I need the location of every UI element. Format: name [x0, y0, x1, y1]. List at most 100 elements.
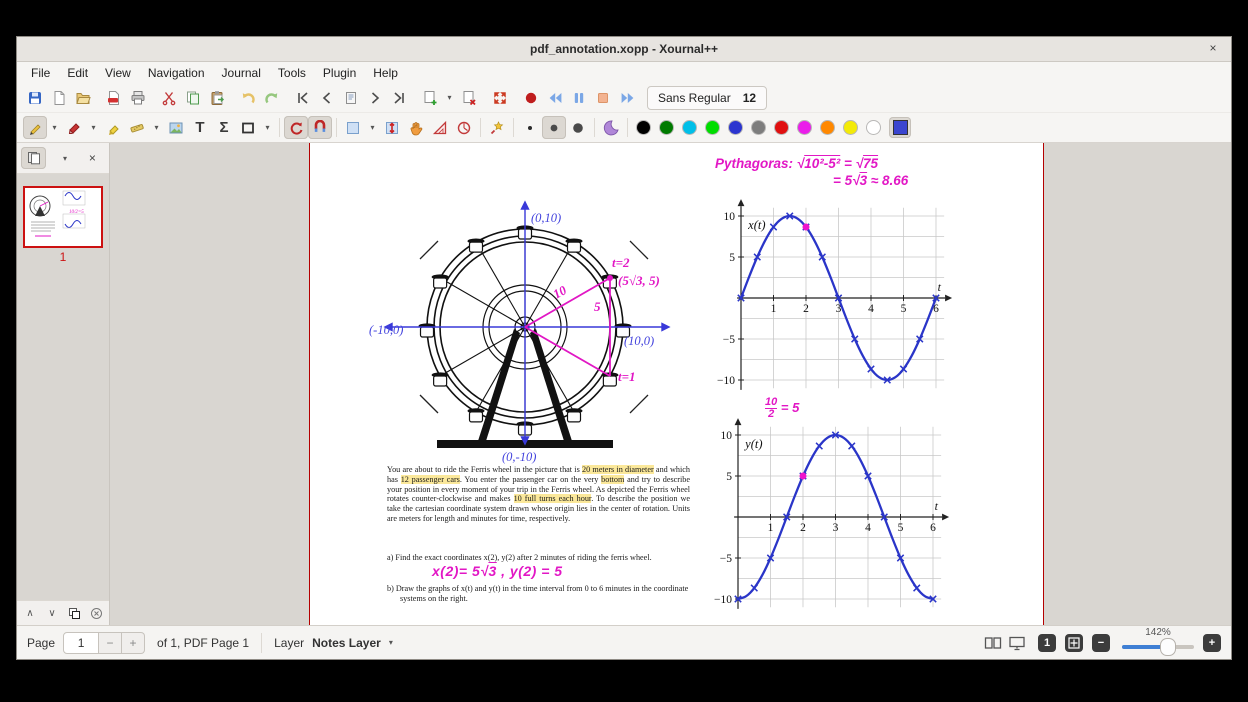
sidebar-header: ▾ ×	[17, 143, 109, 174]
sidebar-close-button[interactable]: ×	[80, 147, 105, 169]
copy-button[interactable]	[181, 86, 205, 109]
dot-thick-icon	[573, 122, 583, 133]
thickness-fine-button[interactable]	[518, 116, 542, 139]
select-text-dropdown[interactable]: ▾	[149, 116, 164, 139]
color-swatch-1[interactable]	[660, 121, 673, 134]
goto-page-button[interactable]	[339, 86, 363, 109]
eraser-tool-button[interactable]	[62, 116, 86, 139]
vertical-space-button[interactable]	[380, 116, 404, 139]
layer-dropdown[interactable]: ▾	[389, 638, 393, 647]
duplicate-page-button[interactable]	[63, 603, 85, 623]
stop-button[interactable]	[591, 86, 615, 109]
color-swatch-2[interactable]	[683, 121, 696, 134]
open-button[interactable]	[71, 86, 95, 109]
pause-button[interactable]	[567, 86, 591, 109]
color-swatch-6[interactable]	[775, 121, 788, 134]
menu-help[interactable]: Help	[373, 66, 398, 80]
window-close-button[interactable]: ×	[1205, 40, 1221, 56]
add-page-button[interactable]	[418, 86, 442, 109]
insert-image-button[interactable]	[164, 116, 188, 139]
next-page-button[interactable]	[363, 86, 387, 109]
page-decrement-button[interactable]: −	[99, 631, 123, 654]
scroll-up-button[interactable]: ∧	[19, 603, 41, 623]
color-swatch-8[interactable]	[821, 121, 834, 134]
menu-edit[interactable]: Edit	[67, 66, 88, 80]
select-region-button[interactable]	[341, 116, 365, 139]
previous-page-button[interactable]	[315, 86, 339, 109]
pen-fill-button[interactable]	[485, 116, 509, 139]
page-number-input[interactable]: 1	[63, 631, 100, 654]
delete-page-sidebar-button[interactable]	[85, 603, 107, 623]
menu-plugin[interactable]: Plugin	[323, 66, 356, 80]
zoom-fit-button[interactable]	[1065, 633, 1083, 652]
redo-button[interactable]	[260, 86, 284, 109]
fullscreen-button[interactable]	[488, 86, 512, 109]
shape-options-dropdown[interactable]: ▾	[260, 116, 275, 139]
font-selector[interactable]: Sans Regular 12	[647, 85, 768, 110]
select-pdf-text-button[interactable]	[125, 116, 149, 139]
page-increment-button[interactable]: +	[122, 631, 146, 654]
text-tool-button[interactable]: T	[188, 116, 212, 139]
dual-page-view-button[interactable]	[981, 631, 1005, 654]
menu-file[interactable]: File	[31, 66, 50, 80]
color-swatch-10[interactable]	[867, 121, 880, 134]
fill-transparency-button[interactable]	[599, 116, 623, 139]
sidebar-preview-pages-button[interactable]	[21, 147, 47, 169]
scroll-down-button[interactable]: ∨	[41, 603, 63, 623]
zoom-slider-thumb[interactable]	[1160, 638, 1176, 656]
tools-toolbar: ▾ ▾ ▾ T Σ ▾ ▾	[17, 113, 1231, 143]
rewind-button[interactable]	[543, 86, 567, 109]
cut-button[interactable]	[157, 86, 181, 109]
shape-tool-button[interactable]	[236, 116, 260, 139]
compass-button[interactable]	[452, 116, 476, 139]
pdf-page[interactable]: Pythagoras: √10²-5² = √75 = 5√3 ≈ 8.66 (…	[309, 143, 1044, 625]
paste-button[interactable]	[205, 86, 229, 109]
setsquare-button[interactable]	[428, 116, 452, 139]
new-document-button[interactable]	[47, 86, 71, 109]
color-swatch-7[interactable]	[798, 121, 811, 134]
layer-value[interactable]: Notes Layer	[312, 636, 381, 650]
thickness-medium-button[interactable]	[542, 116, 566, 139]
menu-tools[interactable]: Tools	[278, 66, 306, 80]
fast-forward-button[interactable]	[615, 86, 639, 109]
last-page-button[interactable]	[387, 86, 411, 109]
pen-tool-button[interactable]	[23, 116, 47, 139]
shape-recognizer-icon	[290, 122, 303, 134]
zoom-100-button[interactable]: 1	[1038, 633, 1056, 652]
zoom-in-button[interactable]: +	[1203, 633, 1221, 652]
export-pdf-button[interactable]	[102, 86, 126, 109]
highlighter-tool-button[interactable]	[101, 116, 125, 139]
sidebar-dropdown[interactable]: ▾	[52, 147, 77, 169]
pen-options-dropdown[interactable]: ▾	[47, 116, 62, 139]
color-swatch-9[interactable]	[844, 121, 857, 134]
title-bar[interactable]: pdf_annotation.xopp - Xournal++ ×	[17, 37, 1231, 62]
snapping-button[interactable]	[308, 116, 332, 139]
menu-navigation[interactable]: Navigation	[148, 66, 205, 80]
presentation-mode-button[interactable]	[1005, 631, 1029, 654]
thickness-thick-button[interactable]	[566, 116, 590, 139]
undo-button[interactable]	[236, 86, 260, 109]
math-tex-button[interactable]: Σ	[212, 116, 236, 139]
eraser-options-dropdown[interactable]: ▾	[86, 116, 101, 139]
menu-journal[interactable]: Journal	[222, 66, 261, 80]
zoom-slider[interactable]: 142%	[1122, 626, 1194, 659]
document-canvas[interactable]: Pythagoras: √10²-5² = √75 = 5√3 ≈ 8.66 (…	[110, 143, 1231, 625]
print-button[interactable]	[126, 86, 150, 109]
color-swatch-5[interactable]	[752, 121, 765, 134]
svg-text:1: 1	[768, 522, 774, 534]
color-swatch-0[interactable]	[637, 121, 650, 134]
color-swatch-4[interactable]	[729, 121, 742, 134]
record-button[interactable]	[519, 86, 543, 109]
delete-page-button[interactable]	[457, 86, 481, 109]
save-button[interactable]	[23, 86, 47, 109]
shape-recognizer-button[interactable]	[284, 116, 308, 139]
color-swatch-3[interactable]	[706, 121, 719, 134]
first-page-button[interactable]	[291, 86, 315, 109]
add-page-dropdown[interactable]: ▾	[442, 86, 457, 109]
select-options-dropdown[interactable]: ▾	[365, 116, 380, 139]
color-picker-button[interactable]	[889, 117, 911, 138]
zoom-out-button[interactable]: −	[1092, 633, 1110, 652]
page-thumbnail[interactable]: 10/2=5	[23, 185, 103, 248]
menu-view[interactable]: View	[105, 66, 131, 80]
hand-tool-button[interactable]	[404, 116, 428, 139]
